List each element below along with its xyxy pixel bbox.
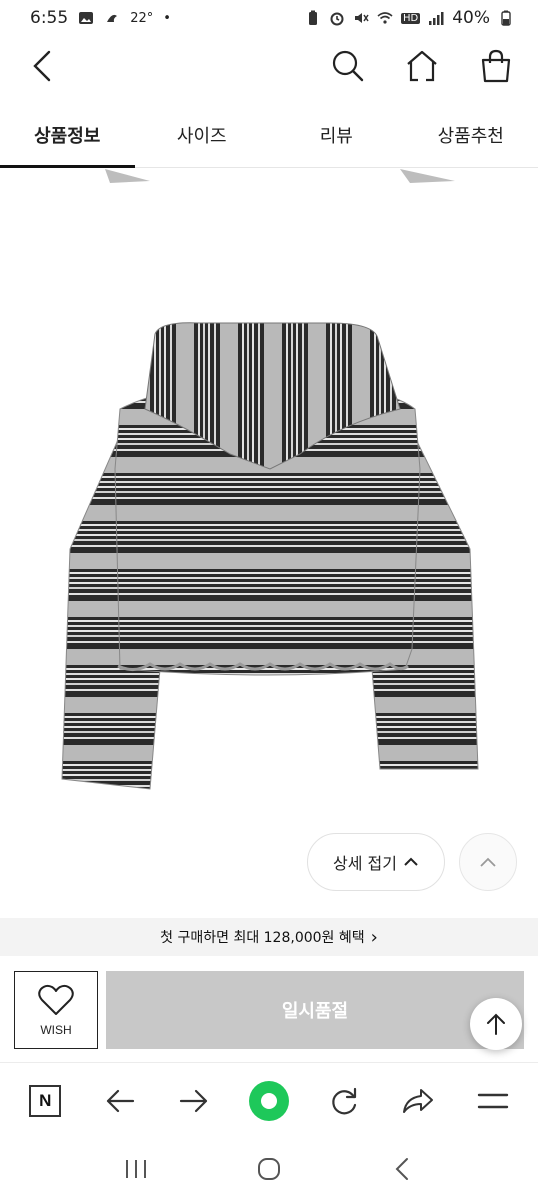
share-button[interactable] <box>390 1073 446 1129</box>
chevron-right-icon: › <box>370 926 378 948</box>
home-circle-icon <box>257 1158 280 1180</box>
back-button[interactable] <box>18 42 66 90</box>
search-icon <box>332 50 364 82</box>
tab-review[interactable]: 리뷰 <box>269 102 404 167</box>
green-dot-icon <box>248 1080 289 1121</box>
browser-back-button[interactable] <box>92 1073 148 1129</box>
arrow-left-icon <box>106 1089 134 1112</box>
home-button[interactable] <box>398 42 446 90</box>
arrow-right-icon <box>180 1089 208 1112</box>
soldout-button[interactable]: 일시품절 <box>106 971 524 1049</box>
promo-text: 첫 구매하면 최대 128,000원 혜택 <box>160 930 365 946</box>
cart-button[interactable] <box>472 42 520 90</box>
weather-icon <box>107 14 118 22</box>
tab-product-info[interactable]: 상품정보 <box>0 102 135 168</box>
shopping-bag-icon <box>481 49 511 83</box>
scroll-up-button[interactable] <box>459 833 517 891</box>
scroll-to-top-button[interactable] <box>470 998 522 1050</box>
menu-button[interactable] <box>465 1073 521 1129</box>
hamburger-menu-icon <box>477 1093 508 1108</box>
tab-label: 상품추천 <box>437 125 504 147</box>
collapse-detail-label: 상세 접기 <box>333 854 397 873</box>
browser-forward-button[interactable] <box>166 1073 222 1129</box>
gallery-icon <box>79 12 94 24</box>
first-purchase-promo[interactable]: 첫 구매하면 최대 128,000원 혜택 › <box>0 918 538 956</box>
system-navigation-bar <box>0 1138 538 1200</box>
app-header <box>0 36 538 98</box>
status-time: 6:55 <box>30 8 69 28</box>
heart-icon <box>38 984 74 1015</box>
recent-apps-button[interactable] <box>112 1145 160 1193</box>
arrow-up-icon <box>487 1013 505 1035</box>
naver-home-button[interactable]: N <box>17 1073 73 1129</box>
back-nav-button[interactable] <box>378 1145 426 1193</box>
tab-label: 상품정보 <box>34 125 101 147</box>
purchase-bar: WISH 일시품절 <box>0 962 538 1058</box>
product-image <box>61 169 479 790</box>
share-icon <box>403 1088 434 1113</box>
tab-size[interactable]: 사이즈 <box>135 102 270 167</box>
refresh-icon <box>331 1087 356 1114</box>
battery-saver-icon <box>308 10 317 25</box>
wifi-icon <box>377 12 393 24</box>
wish-label: WISH <box>40 1023 72 1037</box>
alarm-icon <box>330 12 344 26</box>
battery-percent: 40% <box>452 8 490 28</box>
refresh-button[interactable] <box>316 1073 372 1129</box>
hd-voice-badge: HD <box>400 12 421 24</box>
product-image-area <box>0 169 538 909</box>
soldout-label: 일시품절 <box>281 1001 349 1022</box>
back-chevron-icon <box>395 1158 408 1180</box>
green-dot-button[interactable] <box>241 1073 297 1129</box>
tab-label: 사이즈 <box>176 125 227 147</box>
collapse-detail-button[interactable]: 상세 접기 <box>307 833 445 891</box>
tab-recommend[interactable]: 상품추천 <box>404 102 538 167</box>
tab-label: 리뷰 <box>319 125 353 147</box>
status-temperature: 22° <box>130 10 154 26</box>
browser-toolbar: N <box>0 1062 538 1138</box>
battery-icon <box>501 10 511 26</box>
home-nav-button[interactable] <box>245 1145 293 1193</box>
mute-icon <box>354 13 369 23</box>
status-dot: • <box>163 10 171 26</box>
chevron-up-icon <box>480 857 496 867</box>
chevron-up-icon <box>404 857 418 866</box>
back-icon <box>33 50 51 82</box>
signal-icon <box>429 12 444 25</box>
naver-n-icon: N <box>29 1084 62 1117</box>
home-icon <box>407 50 437 82</box>
product-tabs: 상품정보 사이즈 리뷰 상품추천 <box>0 102 538 168</box>
search-button[interactable] <box>324 42 372 90</box>
wish-button[interactable]: WISH <box>14 971 98 1049</box>
status-bar: 6:55 22° • HD 40% <box>0 0 538 36</box>
recent-apps-icon <box>126 1160 147 1178</box>
